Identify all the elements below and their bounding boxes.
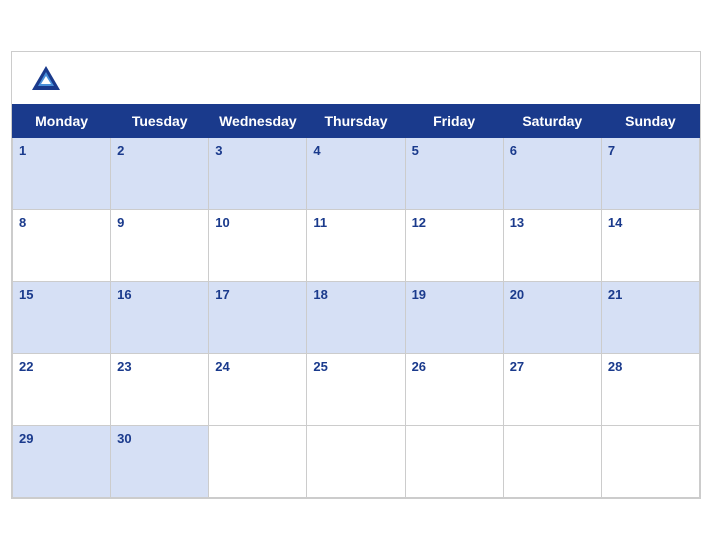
calendar-cell: 20 <box>503 282 601 354</box>
weekday-header-tuesday: Tuesday <box>111 105 209 138</box>
calendar-cell: 2 <box>111 138 209 210</box>
calendar-cell: 11 <box>307 210 405 282</box>
weekday-header-wednesday: Wednesday <box>209 105 307 138</box>
calendar-cell: 15 <box>13 282 111 354</box>
calendar-week-row: 29 30 <box>13 426 700 498</box>
calendar-cell: 29 <box>13 426 111 498</box>
day-number: 25 <box>313 359 327 374</box>
logo-area <box>28 62 68 98</box>
day-number: 13 <box>510 215 524 230</box>
day-number: 26 <box>412 359 426 374</box>
day-number: 7 <box>608 143 615 158</box>
calendar-cell: 3 <box>209 138 307 210</box>
calendar-cell <box>209 426 307 498</box>
calendar-cell: 24 <box>209 354 307 426</box>
calendar-cell: 23 <box>111 354 209 426</box>
day-number: 2 <box>117 143 124 158</box>
calendar-cell: 14 <box>601 210 699 282</box>
calendar-cell: 9 <box>111 210 209 282</box>
day-number: 11 <box>313 215 327 230</box>
calendar-cell: 19 <box>405 282 503 354</box>
calendar-cell: 17 <box>209 282 307 354</box>
calendar-cell: 6 <box>503 138 601 210</box>
day-number: 8 <box>19 215 26 230</box>
calendar-week-row: 1 2 3 4 5 6 7 <box>13 138 700 210</box>
calendar-cell: 25 <box>307 354 405 426</box>
calendar-cell: 27 <box>503 354 601 426</box>
day-number: 6 <box>510 143 517 158</box>
calendar-cell: 4 <box>307 138 405 210</box>
day-number: 1 <box>19 143 26 158</box>
day-number: 28 <box>608 359 622 374</box>
weekday-header-row: MondayTuesdayWednesdayThursdayFridaySatu… <box>13 105 700 138</box>
calendar-week-row: 8 9 10 11 12 13 14 <box>13 210 700 282</box>
calendar-cell <box>601 426 699 498</box>
day-number: 4 <box>313 143 320 158</box>
calendar-table: MondayTuesdayWednesdayThursdayFridaySatu… <box>12 104 700 498</box>
weekday-header-thursday: Thursday <box>307 105 405 138</box>
day-number: 12 <box>412 215 426 230</box>
calendar-container: MondayTuesdayWednesdayThursdayFridaySatu… <box>11 51 701 499</box>
calendar-cell: 5 <box>405 138 503 210</box>
day-number: 14 <box>608 215 622 230</box>
day-number: 17 <box>215 287 229 302</box>
weekday-header-saturday: Saturday <box>503 105 601 138</box>
day-number: 10 <box>215 215 229 230</box>
calendar-week-row: 22 23 24 25 26 27 28 <box>13 354 700 426</box>
calendar-cell: 8 <box>13 210 111 282</box>
calendar-cell: 7 <box>601 138 699 210</box>
day-number: 9 <box>117 215 124 230</box>
day-number: 19 <box>412 287 426 302</box>
day-number: 22 <box>19 359 33 374</box>
day-number: 3 <box>215 143 222 158</box>
day-number: 20 <box>510 287 524 302</box>
calendar-cell <box>405 426 503 498</box>
day-number: 24 <box>215 359 229 374</box>
weekday-header-sunday: Sunday <box>601 105 699 138</box>
weekday-header-friday: Friday <box>405 105 503 138</box>
calendar-cell: 16 <box>111 282 209 354</box>
calendar-cell <box>503 426 601 498</box>
day-number: 5 <box>412 143 419 158</box>
day-number: 29 <box>19 431 33 446</box>
calendar-cell: 12 <box>405 210 503 282</box>
day-number: 15 <box>19 287 33 302</box>
weekday-header-monday: Monday <box>13 105 111 138</box>
day-number: 16 <box>117 287 131 302</box>
day-number: 27 <box>510 359 524 374</box>
day-number: 30 <box>117 431 131 446</box>
calendar-cell: 1 <box>13 138 111 210</box>
calendar-cell: 18 <box>307 282 405 354</box>
calendar-cell: 28 <box>601 354 699 426</box>
calendar-cell: 13 <box>503 210 601 282</box>
calendar-cell <box>307 426 405 498</box>
day-number: 18 <box>313 287 327 302</box>
calendar-header <box>12 52 700 104</box>
calendar-cell: 21 <box>601 282 699 354</box>
day-number: 21 <box>608 287 622 302</box>
day-number: 23 <box>117 359 131 374</box>
calendar-cell: 10 <box>209 210 307 282</box>
calendar-cell: 22 <box>13 354 111 426</box>
calendar-cell: 26 <box>405 354 503 426</box>
logo-icon <box>28 62 64 98</box>
calendar-week-row: 15 16 17 18 19 20 21 <box>13 282 700 354</box>
calendar-cell: 30 <box>111 426 209 498</box>
